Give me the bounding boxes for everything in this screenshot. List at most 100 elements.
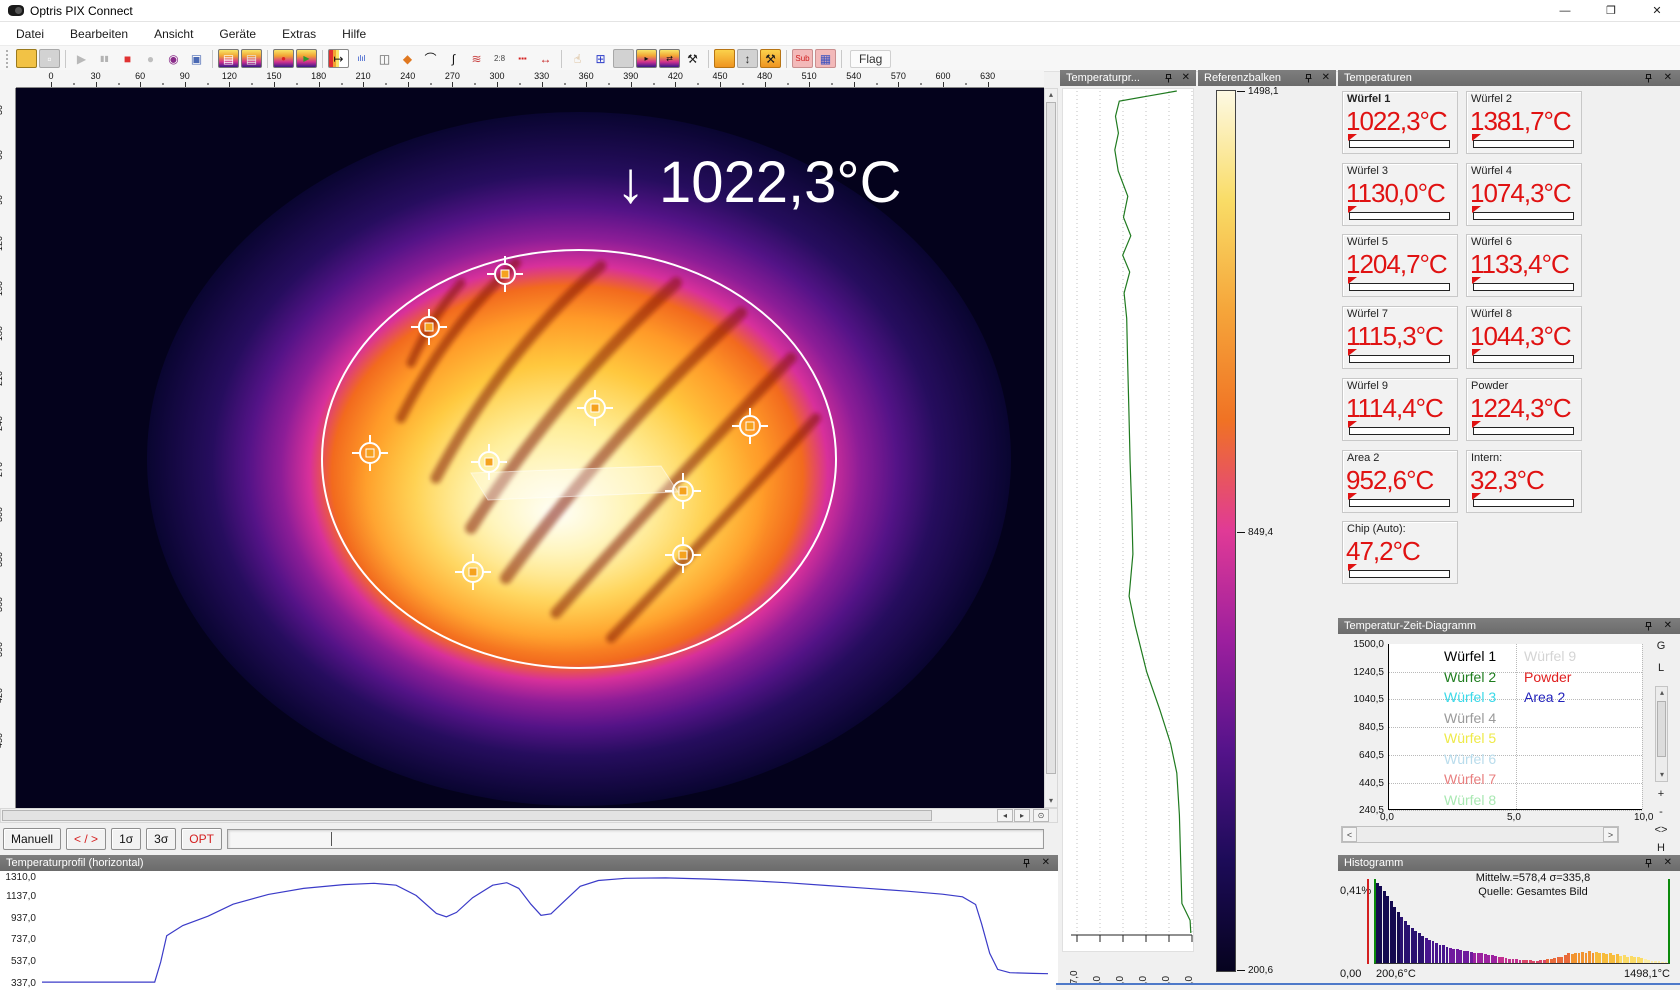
control-button-1[interactable]: 1σ <box>111 828 141 850</box>
close-panel-icon[interactable]: ✕ <box>1664 619 1672 633</box>
menu-item-hilfe[interactable]: Hilfe <box>342 27 366 41</box>
close-panel-icon[interactable]: ✕ <box>1664 71 1672 85</box>
toolbar-separator <box>212 50 213 68</box>
histogram-bar <box>1470 952 1473 963</box>
time-scroll-left-icon[interactable]: < <box>1342 827 1357 842</box>
ruler-number: 150 <box>266 71 281 81</box>
tools-icon[interactable]: ⚒ <box>682 49 703 68</box>
digital-display-icon[interactable]: 2:8 <box>489 49 510 68</box>
close-panel-icon[interactable]: ✕ <box>1664 856 1672 870</box>
control-button-manuell[interactable]: Manuell <box>3 828 61 850</box>
histogram-cursor-line[interactable] <box>1367 879 1369 964</box>
maximize-button[interactable]: ❐ <box>1588 0 1634 22</box>
side-button-fit[interactable]: <> <box>1646 824 1676 836</box>
tools-config-icon[interactable]: ⚒ <box>760 49 781 68</box>
gray-image-icon[interactable] <box>613 49 634 68</box>
toolbar-grip[interactable] <box>6 50 11 68</box>
histogram-icon[interactable]: ılıl <box>351 49 372 68</box>
scroll-left-button[interactable]: ◂ <box>997 809 1013 822</box>
palette-swap-icon[interactable]: ⇄ <box>659 49 680 68</box>
curve-icon[interactable]: ⌒ <box>420 49 441 68</box>
open-folder-icon[interactable] <box>16 49 37 68</box>
pin-icon[interactable] <box>1643 73 1654 84</box>
menu-item-ansicht[interactable]: Ansicht <box>154 27 193 41</box>
side-button-l[interactable]: L <box>1646 662 1676 674</box>
scroll-up-icon[interactable]: ▴ <box>1656 687 1668 699</box>
vertical-scrollbar-thumb[interactable] <box>1046 102 1056 774</box>
fullscreen-icon[interactable]: ⊞ <box>590 49 611 68</box>
cell-label: Würfel 9 <box>1347 380 1388 392</box>
scroll-down-icon[interactable]: ▾ <box>1656 769 1668 781</box>
minimize-button[interactable]: — <box>1542 0 1588 22</box>
pin-icon[interactable] <box>1163 73 1174 84</box>
time-vscroll-thumb[interactable] <box>1657 701 1666 757</box>
palette-range-field[interactable] <box>227 829 1044 849</box>
vertical-scrollbar[interactable]: ▴ ▾ <box>1044 88 1058 808</box>
subtract-icon[interactable]: Sub <box>792 49 813 68</box>
axis-tick-label: 337,0 <box>0 978 36 989</box>
pin-icon[interactable] <box>1643 858 1654 869</box>
multi-curve-icon[interactable]: ≋ <box>466 49 487 68</box>
snapshot-icon[interactable]: ◉ <box>163 49 184 68</box>
app-logo-icon <box>8 5 24 16</box>
hand-icon[interactable]: ☝ <box>567 49 588 68</box>
palette-play-icon[interactable]: ▶ <box>296 49 317 68</box>
horizontal-scrollbar[interactable]: ◂ ▸ ⊙ <box>0 808 1058 823</box>
orange-palette-icon[interactable] <box>714 49 735 68</box>
stop-icon[interactable]: ■ <box>117 49 138 68</box>
control-button-[interactable]: < / > <box>66 828 106 850</box>
legend-item: Würfel 5 <box>1444 730 1496 746</box>
scroll-down-icon[interactable]: ▾ <box>1045 795 1057 807</box>
horizontal-scrollbar-thumb[interactable] <box>2 810 932 821</box>
scroll-up-icon[interactable]: ▴ <box>1045 89 1057 101</box>
histogram-bar <box>1421 936 1424 963</box>
close-panel-icon[interactable]: ✕ <box>1182 71 1190 85</box>
flag-button[interactable]: Flag <box>850 50 891 68</box>
menu-item-geräte[interactable]: Geräte <box>219 27 256 41</box>
time-scroll-right-icon[interactable]: > <box>1603 827 1618 842</box>
pin-icon[interactable] <box>1303 73 1314 84</box>
side-button-g[interactable]: G <box>1646 640 1676 652</box>
histogram-bar <box>1665 962 1668 963</box>
palette-next-icon[interactable]: ▸ <box>636 49 657 68</box>
pin-icon[interactable] <box>1021 858 1032 869</box>
pause-icon[interactable]: ▮▮ <box>94 49 115 68</box>
scale-tick <box>1237 970 1245 971</box>
time-scrollbar[interactable]: < > <box>1341 826 1619 843</box>
ruler-number: 180 <box>311 71 326 81</box>
profile-line-icon[interactable]: ∫ <box>443 49 464 68</box>
record-icon[interactable]: ● <box>140 49 161 68</box>
ruler-tick <box>51 82 52 87</box>
ruler-number: 540 <box>846 71 861 81</box>
time-diagram-plot[interactable]: Würfel 1Würfel 2Würfel 3Würfel 4Würfel 5… <box>1388 644 1642 810</box>
image-save-icon[interactable]: ▤ <box>218 49 239 68</box>
menu-item-bearbeiten[interactable]: Bearbeiten <box>70 27 128 41</box>
menu-item-datei[interactable]: Datei <box>16 27 44 41</box>
pin-icon[interactable] <box>1643 621 1654 632</box>
close-button[interactable]: ✕ <box>1634 0 1680 22</box>
reference-dashes-icon[interactable]: ▪▪▪ <box>512 49 533 68</box>
video-camera-icon[interactable]: ◫ <box>374 49 395 68</box>
save-subtract-icon[interactable]: ▦ <box>815 49 836 68</box>
save-icon[interactable]: ▫ <box>39 49 60 68</box>
palette-shift-icon[interactable]: ↦ <box>328 49 349 68</box>
image-copy-icon[interactable]: ▤ <box>241 49 262 68</box>
palette-refresh-icon[interactable]: ● <box>273 49 294 68</box>
zoom-reset-button[interactable]: ⊙ <box>1033 809 1049 822</box>
time-vertical-scrollbar[interactable]: ▴ ▾ <box>1655 686 1668 782</box>
copy-icon[interactable]: ▣ <box>186 49 207 68</box>
play-icon[interactable]: ▶ <box>71 49 92 68</box>
side-button-plus[interactable]: + <box>1646 788 1676 800</box>
close-panel-icon[interactable]: ✕ <box>1042 856 1050 870</box>
thermal-image-canvas[interactable]: ↓1022,3°C <box>16 88 1044 808</box>
close-panel-icon[interactable]: ✕ <box>1322 71 1330 85</box>
control-button-opt[interactable]: OPT <box>181 828 222 850</box>
scroll-right-button[interactable]: ▸ <box>1014 809 1030 822</box>
control-button-3[interactable]: 3σ <box>146 828 176 850</box>
colorize-icon[interactable]: ◆ <box>397 49 418 68</box>
side-button-h[interactable]: H <box>1646 842 1676 854</box>
menu-item-extras[interactable]: Extras <box>282 27 316 41</box>
measure-icon[interactable]: ↔ <box>535 49 556 68</box>
temp-range-icon[interactable]: ↕ <box>737 49 758 68</box>
side-button-minus[interactable]: - <box>1646 806 1676 818</box>
